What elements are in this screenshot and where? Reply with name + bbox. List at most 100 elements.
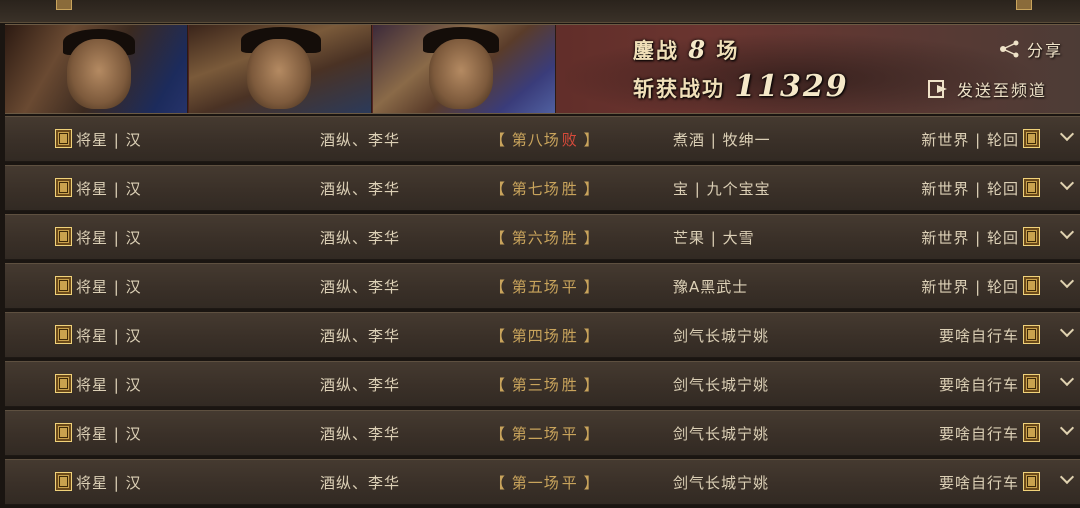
opponent-generals: 剑气长城宁姚	[673, 474, 770, 492]
bracket-close: 】	[577, 425, 600, 443]
player-generals: 酒纵、李华	[320, 376, 401, 394]
opponent-team: 要啥自行车	[939, 472, 1040, 493]
player-team: 将星 | 汉	[55, 472, 142, 493]
player-team: 将星 | 汉	[55, 178, 142, 199]
bracket-close: 】	[577, 474, 600, 492]
opponent-generals: 芒果 | 大雪	[673, 229, 755, 247]
bracket-close: 】	[577, 327, 600, 345]
round-result: 【 第四场胜 】	[490, 325, 600, 346]
opponent-generals: 煮酒 | 牧绅一	[673, 131, 771, 149]
seal-icon	[1023, 472, 1040, 491]
result-label: 胜	[561, 229, 578, 247]
round-label: 第七场	[511, 180, 560, 198]
send-icon	[928, 80, 947, 98]
chevron-down-icon[interactable]	[1060, 276, 1074, 290]
share-icon	[1000, 40, 1019, 58]
bracket-close: 】	[577, 131, 600, 149]
top-strip	[0, 0, 1080, 23]
round-label: 第一场	[511, 474, 560, 492]
battle-record-row[interactable]: 将星 | 汉 酒纵、李华 【 第二场平 】 剑气长城宁姚 要啥自行车	[5, 410, 1080, 456]
bracket-open: 【	[490, 180, 512, 198]
player-team-label: 将星 | 汉	[76, 131, 142, 149]
round-label: 第二场	[511, 425, 560, 443]
opponent-team: 要啥自行车	[939, 423, 1040, 444]
opponent-team-label: 新世界 | 轮回	[921, 180, 1019, 198]
chevron-down-icon[interactable]	[1060, 227, 1074, 241]
player-generals: 酒纵、李华	[320, 278, 401, 296]
player-team: 将星 | 汉	[55, 423, 142, 444]
chevron-down-icon[interactable]	[1060, 472, 1074, 486]
player-team: 将星 | 汉	[55, 129, 142, 150]
battle-summary-banner: 鏖战 8 场 斩获战功 11329 分享 发送至频道	[5, 24, 1080, 114]
seal-icon	[55, 423, 72, 442]
battle-record-row[interactable]: 将星 | 汉 酒纵、李华 【 第七场胜 】 宝 | 九个宝宝 新世界 | 轮回	[5, 165, 1080, 211]
result-label: 胜	[561, 376, 578, 394]
send-label: 发送至频道	[957, 81, 1048, 100]
round-label: 第六场	[511, 229, 560, 247]
battle-record-row[interactable]: 将星 | 汉 酒纵、李华 【 第四场胜 】 剑气长城宁姚 要啥自行车	[5, 312, 1080, 358]
bracket-open: 【	[490, 278, 512, 296]
round-result: 【 第八场败 】	[490, 129, 600, 150]
round-label: 第三场	[511, 376, 560, 394]
round-result: 【 第二场平 】	[490, 423, 600, 444]
general-portrait	[373, 25, 556, 113]
opponent-team: 要啥自行车	[939, 325, 1040, 346]
opponent-team: 新世界 | 轮回	[921, 227, 1040, 248]
bracket-open: 【	[490, 327, 512, 345]
general-portrait	[189, 25, 372, 113]
chevron-down-icon[interactable]	[1060, 325, 1074, 339]
round-label: 第八场	[511, 131, 560, 149]
opponent-team-label: 新世界 | 轮回	[921, 229, 1019, 247]
opponent-generals: 宝 | 九个宝宝	[673, 180, 771, 198]
seal-icon	[55, 374, 72, 393]
seal-icon	[55, 129, 72, 148]
seal-icon	[55, 178, 72, 197]
battles-count-text: 鏖战 8 场	[633, 35, 740, 64]
seal-icon	[55, 472, 72, 491]
player-team: 将星 | 汉	[55, 325, 142, 346]
round-result: 【 第一场平 】	[490, 472, 600, 493]
seal-icon	[1023, 423, 1040, 442]
round-result: 【 第三场胜 】	[490, 374, 600, 395]
result-label: 败	[561, 131, 578, 149]
player-generals: 酒纵、李华	[320, 425, 401, 443]
chevron-down-icon[interactable]	[1060, 374, 1074, 388]
battle-record-row[interactable]: 将星 | 汉 酒纵、李华 【 第三场胜 】 剑气长城宁姚 要啥自行车	[5, 361, 1080, 407]
opponent-team: 要啥自行车	[939, 374, 1040, 395]
seal-icon	[1023, 129, 1040, 148]
bracket-open: 【	[490, 474, 512, 492]
player-team: 将星 | 汉	[55, 227, 142, 248]
opponent-team: 新世界 | 轮回	[921, 178, 1040, 199]
player-generals: 酒纵、李华	[320, 474, 401, 492]
send-to-channel-button[interactable]: 发送至频道	[927, 77, 1047, 101]
seal-icon	[1023, 374, 1040, 393]
opponent-team-label: 要啥自行车	[938, 425, 1019, 443]
share-button[interactable]: 分享	[999, 37, 1063, 61]
bracket-open: 【	[490, 131, 512, 149]
player-generals: 酒纵、李华	[320, 327, 401, 345]
round-result: 【 第六场胜 】	[490, 227, 600, 248]
chevron-down-icon[interactable]	[1060, 178, 1074, 192]
battle-record-row[interactable]: 将星 | 汉 酒纵、李华 【 第六场胜 】 芒果 | 大雪 新世界 | 轮回	[5, 214, 1080, 260]
bracket-close: 】	[577, 229, 600, 247]
seal-icon	[1016, 0, 1032, 10]
bracket-open: 【	[490, 229, 512, 247]
player-generals: 酒纵、李华	[320, 180, 401, 198]
opponent-generals: 豫A黑武士	[673, 278, 749, 296]
chevron-down-icon[interactable]	[1060, 423, 1074, 437]
chevron-down-icon[interactable]	[1060, 129, 1074, 143]
seal-icon	[55, 227, 72, 246]
round-label: 第四场	[511, 327, 560, 345]
player-team-label: 将星 | 汉	[76, 376, 142, 394]
player-team: 将星 | 汉	[55, 276, 142, 297]
player-generals: 酒纵、李华	[320, 131, 401, 149]
battle-record-row[interactable]: 将星 | 汉 酒纵、李华 【 第八场败 】 煮酒 | 牧绅一 新世界 | 轮回	[5, 116, 1080, 162]
player-generals: 酒纵、李华	[320, 229, 401, 247]
round-result: 【 第七场胜 】	[490, 178, 600, 199]
bracket-close: 】	[577, 376, 600, 394]
battle-record-row[interactable]: 将星 | 汉 酒纵、李华 【 第五场平 】 豫A黑武士 新世界 | 轮回	[5, 263, 1080, 309]
player-team-label: 将星 | 汉	[76, 474, 142, 492]
share-label: 分享	[1027, 41, 1064, 60]
battle-record-row[interactable]: 将星 | 汉 酒纵、李华 【 第一场平 】 剑气长城宁姚 要啥自行车	[5, 459, 1080, 505]
round-label: 第五场	[511, 278, 560, 296]
